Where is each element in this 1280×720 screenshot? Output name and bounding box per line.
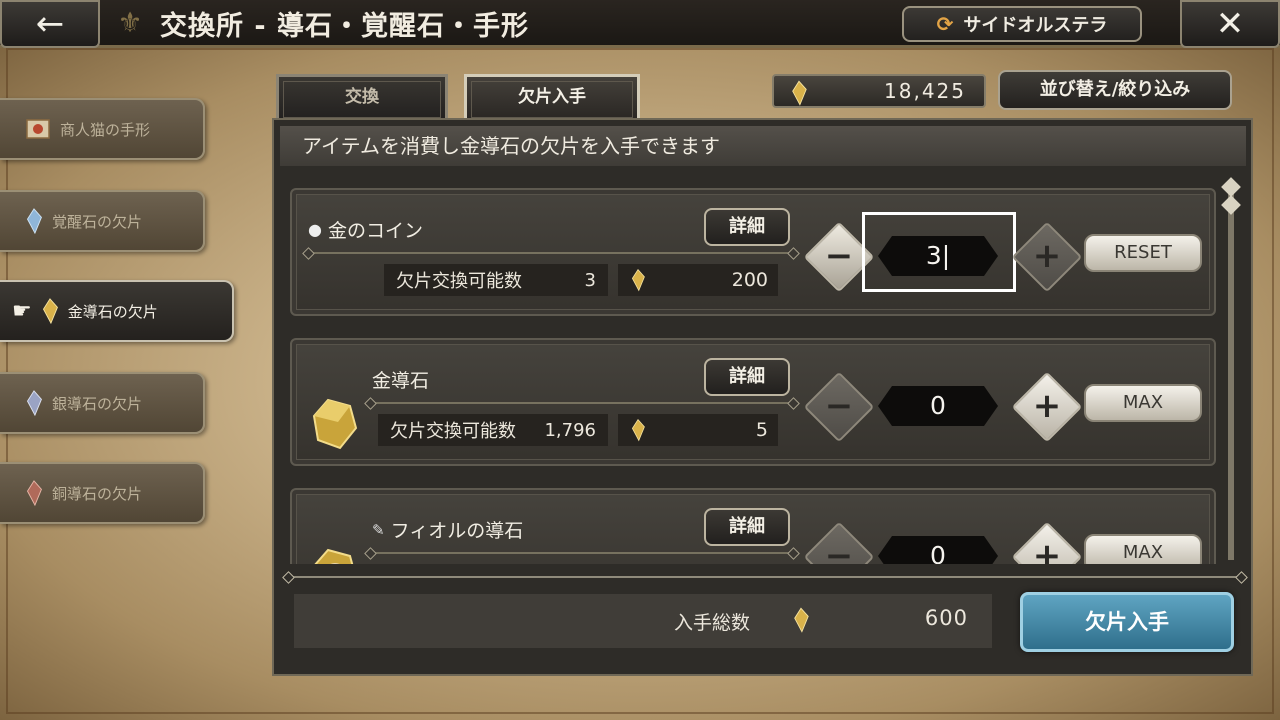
seal-icon [26,119,50,139]
decrease-button[interactable]: − [803,371,875,443]
item-list[interactable]: ● 金のコイン 詳細 欠片交換可能数 3 200 − 3| + RESET 金導… [274,170,1229,564]
max-button[interactable]: MAX [1084,534,1202,564]
footer-divider [290,576,1240,578]
character-stone-icon [314,548,354,564]
sidebar-item-awakening-shard[interactable]: 覚醒石の欠片 [0,190,205,252]
gold-shard-icon [792,80,807,106]
crystal-shard-icon [26,208,42,234]
list-item-gold-guide-stone: 金導石 詳細 欠片交換可能数 1,796 5 − 0 + MAX [290,338,1216,466]
sidebar-item-gold-shard[interactable]: ☛ 金導石の欠片 [0,280,234,342]
quantity-input[interactable]: 3| [878,236,998,276]
max-button[interactable]: MAX [1084,384,1202,422]
shard-currency-display: 18,425 [772,74,986,108]
stat-label: 欠片交換可能数 [390,421,516,442]
header-bar: ← ⚜ 交換所 - 導石・覚醒石・手形 ⟳ サイドオルステラ ✕ [0,0,1280,48]
gold-stone-icon [312,398,358,450]
item-name-label: フィオルの導石 [390,520,524,542]
coin-pouch-icon: ● [308,220,322,239]
currency-value: 18,425 [884,79,966,103]
sidebar-item-label: 商人猫の手形 [60,120,151,139]
exchangeable-count: 欠片交換可能数 3 [384,264,608,296]
gold-shard-icon [631,268,645,292]
tab-get-shards[interactable]: 欠片入手 [464,74,640,118]
page-title: 交換所 - 導石・覚醒石・手形 [160,11,530,42]
total-value: 600 [924,606,968,630]
row-divider [310,252,792,254]
plus-icon: + [1032,236,1062,276]
stat-value: 3 [584,269,596,291]
shard-yield: 5 [618,414,778,446]
feather-icon: ✎ [372,520,385,539]
silver-shard-icon [26,390,42,416]
sidebar-item-merchant-cat-seal[interactable]: 商人猫の手形 [0,98,205,160]
sidebar-item-silver-shard[interactable]: 銀導石の欠片 [0,372,205,434]
detail-button[interactable]: 詳細 [704,508,790,546]
item-name: ✎ フィオルの導石 [372,516,523,543]
yield-value: 200 [731,269,768,291]
item-name: ● 金のコイン [308,216,423,243]
increase-button[interactable]: + [1011,221,1083,293]
increase-button[interactable]: + [1011,371,1083,443]
close-button[interactable]: ✕ [1180,0,1280,48]
tab-inner-frame [283,81,441,118]
yield-value: 5 [755,419,768,441]
detail-button[interactable]: 詳細 [704,208,790,246]
bronze-shard-icon [26,480,42,506]
item-name: 金導石 [372,366,429,393]
plus-icon: + [1032,536,1062,564]
gold-shard-icon [42,298,58,324]
scrollbar[interactable] [1221,177,1241,560]
exchangeable-count: 欠片交換可能数 1,796 [378,414,608,446]
sidebar-item-label: 銀導石の欠片 [52,394,143,413]
gold-shard-icon [794,607,809,633]
row-divider [372,552,792,554]
sort-filter-button[interactable]: 並び替え/絞り込み [998,70,1232,110]
stat-value: 1,796 [544,419,596,441]
scrollbar-thumb[interactable] [1228,188,1234,560]
quantity-input[interactable]: 0 [878,386,998,426]
exchange-panel: アイテムを消費し金導石の欠片を入手できます ● 金のコイン 詳細 欠片交換可能数… [272,118,1253,676]
sidebar-item-label: 銅導石の欠片 [52,484,143,503]
detail-button[interactable]: 詳細 [704,358,790,396]
swap-icon: ⟳ [936,12,954,36]
shard-yield: 200 [618,264,778,296]
sidebar-item-label: 覚醒石の欠片 [52,212,143,231]
list-item-gold-coin: ● 金のコイン 詳細 欠片交換可能数 3 200 − 3| + RESET [290,188,1216,316]
item-name-label: 金のコイン [327,220,423,242]
get-shards-button[interactable]: 欠片入手 [1020,592,1234,652]
increase-button[interactable]: + [1011,521,1083,564]
back-button[interactable]: ← [0,0,100,48]
panel-description: アイテムを消費し金導石の欠片を入手できます [280,126,1246,166]
pointing-hand-icon: ☛ [12,298,32,324]
tab-inner-frame [471,81,633,118]
quantity-input[interactable]: 0 [878,536,998,564]
total-summary: 入手総数 600 [294,594,992,648]
minus-icon: − [824,386,854,426]
reset-button[interactable]: RESET [1084,234,1202,272]
sidebar-item-bronze-shard[interactable]: 銅導石の欠片 [0,462,205,524]
world-switch-button[interactable]: ⟳ サイドオルステラ [902,6,1142,42]
sidebar-item-label: 金導石の欠片 [67,302,158,321]
row-divider [372,402,792,404]
decrease-button[interactable]: − [803,521,875,564]
minus-icon: − [824,536,854,564]
list-item-fiol-guide-stone: ✎ フィオルの導石 詳細 − 0 + MAX [290,488,1216,564]
minus-icon: − [824,236,854,276]
item-name-label: 金導石 [372,370,430,392]
shop-emblem-icon: ⚜ [117,6,143,39]
tab-exchange[interactable]: 交換 [276,74,448,118]
stat-label: 欠片交換可能数 [396,271,522,292]
total-label: 入手総数 [674,612,751,634]
world-switch-label: サイドオルステラ [963,15,1108,36]
plus-icon: + [1032,386,1062,426]
gold-shard-icon [631,418,645,442]
